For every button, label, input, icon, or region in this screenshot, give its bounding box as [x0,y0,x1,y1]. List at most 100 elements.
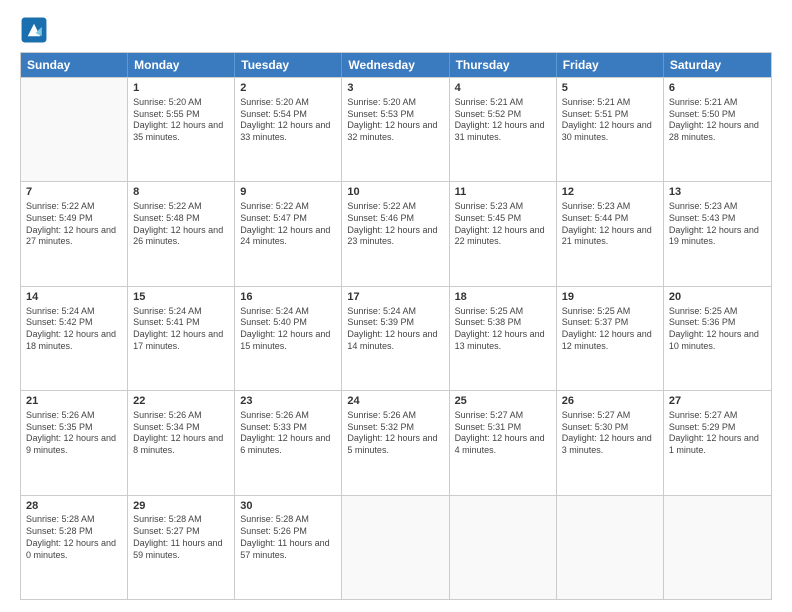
cell-info: Sunrise: 5:22 AM Sunset: 5:49 PM Dayligh… [26,201,122,248]
cell-info: Sunrise: 5:20 AM Sunset: 5:53 PM Dayligh… [347,97,443,144]
day-number: 3 [347,81,443,96]
day-cell-16: 16Sunrise: 5:24 AM Sunset: 5:40 PM Dayli… [235,287,342,390]
cell-info: Sunrise: 5:23 AM Sunset: 5:44 PM Dayligh… [562,201,658,248]
calendar-body: 1Sunrise: 5:20 AM Sunset: 5:55 PM Daylig… [21,77,771,599]
day-number: 22 [133,394,229,409]
day-cell-12: 12Sunrise: 5:23 AM Sunset: 5:44 PM Dayli… [557,182,664,285]
day-cell-26: 26Sunrise: 5:27 AM Sunset: 5:30 PM Dayli… [557,391,664,494]
cell-info: Sunrise: 5:26 AM Sunset: 5:32 PM Dayligh… [347,410,443,457]
day-cell-28: 28Sunrise: 5:28 AM Sunset: 5:28 PM Dayli… [21,496,128,599]
day-cell-24: 24Sunrise: 5:26 AM Sunset: 5:32 PM Dayli… [342,391,449,494]
day-cell-2: 2Sunrise: 5:20 AM Sunset: 5:54 PM Daylig… [235,78,342,181]
cell-info: Sunrise: 5:21 AM Sunset: 5:50 PM Dayligh… [669,97,766,144]
day-number: 12 [562,185,658,200]
day-number: 7 [26,185,122,200]
day-number: 16 [240,290,336,305]
day-number: 5 [562,81,658,96]
day-cell-13: 13Sunrise: 5:23 AM Sunset: 5:43 PM Dayli… [664,182,771,285]
day-cell-11: 11Sunrise: 5:23 AM Sunset: 5:45 PM Dayli… [450,182,557,285]
day-number: 20 [669,290,766,305]
day-number: 19 [562,290,658,305]
day-number: 10 [347,185,443,200]
day-number: 26 [562,394,658,409]
day-cell-27: 27Sunrise: 5:27 AM Sunset: 5:29 PM Dayli… [664,391,771,494]
page: SundayMondayTuesdayWednesdayThursdayFrid… [0,0,792,612]
logo-icon [20,16,48,44]
cell-info: Sunrise: 5:27 AM Sunset: 5:31 PM Dayligh… [455,410,551,457]
day-cell-23: 23Sunrise: 5:26 AM Sunset: 5:33 PM Dayli… [235,391,342,494]
day-cell-30: 30Sunrise: 5:28 AM Sunset: 5:26 PM Dayli… [235,496,342,599]
day-cell-1: 1Sunrise: 5:20 AM Sunset: 5:55 PM Daylig… [128,78,235,181]
day-number: 2 [240,81,336,96]
header [20,16,772,44]
header-cell-friday: Friday [557,53,664,77]
cell-info: Sunrise: 5:20 AM Sunset: 5:54 PM Dayligh… [240,97,336,144]
cell-info: Sunrise: 5:24 AM Sunset: 5:40 PM Dayligh… [240,306,336,353]
logo [20,16,52,44]
header-cell-sunday: Sunday [21,53,128,77]
cell-info: Sunrise: 5:26 AM Sunset: 5:34 PM Dayligh… [133,410,229,457]
cell-info: Sunrise: 5:27 AM Sunset: 5:29 PM Dayligh… [669,410,766,457]
cell-info: Sunrise: 5:26 AM Sunset: 5:35 PM Dayligh… [26,410,122,457]
calendar-row-2: 14Sunrise: 5:24 AM Sunset: 5:42 PM Dayli… [21,286,771,390]
day-number: 4 [455,81,551,96]
day-number: 29 [133,499,229,514]
cell-info: Sunrise: 5:28 AM Sunset: 5:27 PM Dayligh… [133,514,229,561]
day-cell-8: 8Sunrise: 5:22 AM Sunset: 5:48 PM Daylig… [128,182,235,285]
day-number: 27 [669,394,766,409]
day-cell-17: 17Sunrise: 5:24 AM Sunset: 5:39 PM Dayli… [342,287,449,390]
day-number: 17 [347,290,443,305]
cell-info: Sunrise: 5:22 AM Sunset: 5:48 PM Dayligh… [133,201,229,248]
cell-info: Sunrise: 5:25 AM Sunset: 5:36 PM Dayligh… [669,306,766,353]
empty-cell [557,496,664,599]
day-cell-14: 14Sunrise: 5:24 AM Sunset: 5:42 PM Dayli… [21,287,128,390]
cell-info: Sunrise: 5:25 AM Sunset: 5:37 PM Dayligh… [562,306,658,353]
cell-info: Sunrise: 5:24 AM Sunset: 5:42 PM Dayligh… [26,306,122,353]
day-number: 15 [133,290,229,305]
empty-cell [342,496,449,599]
day-number: 9 [240,185,336,200]
empty-cell [664,496,771,599]
day-cell-22: 22Sunrise: 5:26 AM Sunset: 5:34 PM Dayli… [128,391,235,494]
day-cell-9: 9Sunrise: 5:22 AM Sunset: 5:47 PM Daylig… [235,182,342,285]
day-cell-6: 6Sunrise: 5:21 AM Sunset: 5:50 PM Daylig… [664,78,771,181]
day-cell-29: 29Sunrise: 5:28 AM Sunset: 5:27 PM Dayli… [128,496,235,599]
cell-info: Sunrise: 5:22 AM Sunset: 5:46 PM Dayligh… [347,201,443,248]
day-number: 6 [669,81,766,96]
header-cell-saturday: Saturday [664,53,771,77]
empty-cell [21,78,128,181]
cell-info: Sunrise: 5:20 AM Sunset: 5:55 PM Dayligh… [133,97,229,144]
day-cell-19: 19Sunrise: 5:25 AM Sunset: 5:37 PM Dayli… [557,287,664,390]
day-number: 11 [455,185,551,200]
day-number: 23 [240,394,336,409]
day-number: 13 [669,185,766,200]
cell-info: Sunrise: 5:28 AM Sunset: 5:28 PM Dayligh… [26,514,122,561]
day-cell-21: 21Sunrise: 5:26 AM Sunset: 5:35 PM Dayli… [21,391,128,494]
cell-info: Sunrise: 5:25 AM Sunset: 5:38 PM Dayligh… [455,306,551,353]
day-cell-5: 5Sunrise: 5:21 AM Sunset: 5:51 PM Daylig… [557,78,664,181]
day-number: 8 [133,185,229,200]
day-number: 30 [240,499,336,514]
day-cell-15: 15Sunrise: 5:24 AM Sunset: 5:41 PM Dayli… [128,287,235,390]
day-number: 18 [455,290,551,305]
day-number: 28 [26,499,122,514]
header-cell-wednesday: Wednesday [342,53,449,77]
calendar-row-4: 28Sunrise: 5:28 AM Sunset: 5:28 PM Dayli… [21,495,771,599]
header-cell-thursday: Thursday [450,53,557,77]
day-number: 25 [455,394,551,409]
cell-info: Sunrise: 5:23 AM Sunset: 5:45 PM Dayligh… [455,201,551,248]
cell-info: Sunrise: 5:24 AM Sunset: 5:41 PM Dayligh… [133,306,229,353]
header-cell-monday: Monday [128,53,235,77]
cell-info: Sunrise: 5:22 AM Sunset: 5:47 PM Dayligh… [240,201,336,248]
day-number: 1 [133,81,229,96]
day-number: 14 [26,290,122,305]
day-cell-4: 4Sunrise: 5:21 AM Sunset: 5:52 PM Daylig… [450,78,557,181]
calendar-row-1: 7Sunrise: 5:22 AM Sunset: 5:49 PM Daylig… [21,181,771,285]
day-cell-3: 3Sunrise: 5:20 AM Sunset: 5:53 PM Daylig… [342,78,449,181]
calendar-header: SundayMondayTuesdayWednesdayThursdayFrid… [21,53,771,77]
day-cell-25: 25Sunrise: 5:27 AM Sunset: 5:31 PM Dayli… [450,391,557,494]
day-cell-10: 10Sunrise: 5:22 AM Sunset: 5:46 PM Dayli… [342,182,449,285]
cell-info: Sunrise: 5:21 AM Sunset: 5:51 PM Dayligh… [562,97,658,144]
calendar-row-3: 21Sunrise: 5:26 AM Sunset: 5:35 PM Dayli… [21,390,771,494]
day-cell-7: 7Sunrise: 5:22 AM Sunset: 5:49 PM Daylig… [21,182,128,285]
